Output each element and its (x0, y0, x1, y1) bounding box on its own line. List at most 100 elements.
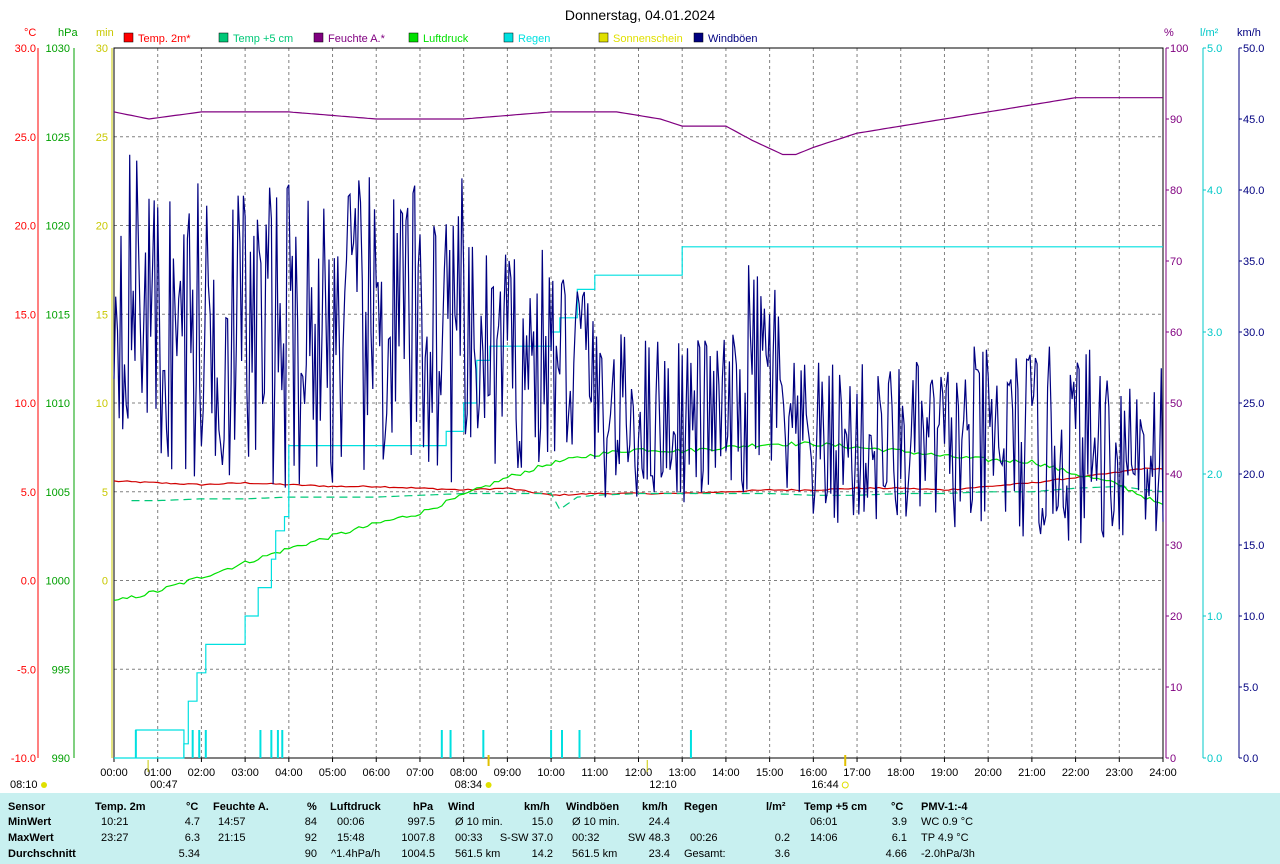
hpa-tick-label: 1030 (46, 43, 70, 55)
temp5-avg: 4.66 (885, 848, 907, 860)
temp-tick-label: 25.0 (15, 132, 36, 144)
wind-tick-label: 5.0 (1243, 682, 1258, 694)
temp2m-min-time: 10:21 (101, 816, 129, 828)
pmv-windchill: WC 0.9 °C (921, 816, 974, 828)
luftdruck-min-time: 00:06 (337, 816, 365, 828)
feuchte-max-time: 21:15 (218, 832, 246, 844)
pmv-header: PMV-1:-4 (921, 801, 968, 813)
regen-header: Regen (684, 801, 718, 813)
x-tick-label: 04:00 (275, 767, 303, 779)
x-tick-label: 10:00 (537, 767, 565, 779)
statistics-footer: Sensor Temp. 2m °C Feuchte A. % Luftdruc… (0, 793, 1280, 864)
legend-swatch (408, 32, 419, 43)
regen-total-label: Gesamt: (684, 848, 726, 860)
wind-distance: 561.5 km (455, 848, 501, 860)
legend-label: Temp +5 cm (233, 33, 293, 45)
temp5-unit: °C (891, 801, 904, 813)
temp-tick-label: -5.0 (17, 664, 36, 676)
temp-tick-label: 5.0 (21, 487, 36, 499)
wind-unit: km/h (524, 801, 550, 813)
temp5-min-time: 06:01 (810, 816, 838, 828)
pct-tick-label: 90 (1170, 114, 1182, 126)
maxwert-label: MaxWert (8, 832, 54, 844)
temp-tick-label: 20.0 (15, 221, 36, 233)
min-tick-label: 20 (96, 221, 108, 233)
hpa-tick-label: 1000 (46, 576, 70, 588)
pct-unit-label: % (1164, 27, 1174, 39)
x-tick-label: 21:00 (1018, 767, 1046, 779)
x-tick-label: 08:00 (450, 767, 478, 779)
pct-tick-label: 0 (1170, 753, 1176, 765)
hpa-tick-label: 1015 (46, 309, 70, 321)
luftdruck-min-value: 997.5 (407, 816, 435, 828)
min-tick-label: 10 (96, 398, 108, 410)
boeen-max-time: 00:32 (572, 832, 600, 844)
regen-total-value: 3.6 (774, 848, 790, 860)
windboeen-header: Windböen (566, 801, 620, 813)
legend-swatch (598, 32, 609, 43)
pct-tick-label: 60 (1170, 327, 1182, 339)
x-tick-label: 13:00 (668, 767, 696, 779)
min-tick-label: 5 (102, 487, 108, 499)
legend-label: Sonnenschein (613, 33, 683, 45)
pct-tick-label: 70 (1170, 256, 1182, 268)
temp-tick-label: 15.0 (15, 309, 36, 321)
feuchte-min-value: 84 (304, 816, 317, 828)
temp5-max-value: 6.1 (891, 832, 907, 844)
x-tick-label: 02:00 (188, 767, 216, 779)
temp2m-avg: 5.34 (178, 848, 200, 860)
temp2m-max-value: 6.3 (184, 832, 200, 844)
x-tick-label: 18:00 (887, 767, 915, 779)
x-tick-label: 09:00 (494, 767, 522, 779)
min-tick-label: 25 (96, 132, 108, 144)
pct-tick-label: 40 (1170, 469, 1182, 481)
feuchte-max-value: 92 (304, 832, 317, 844)
rain-unit-label: l/m² (1200, 27, 1219, 39)
temp5-header: Temp +5 cm (804, 801, 868, 813)
wind-tick-label: 15.0 (1243, 540, 1264, 552)
hpa-unit-label: hPa (58, 27, 78, 39)
temp2m-unit: °C (186, 801, 199, 813)
temp2m-header: Temp. 2m (95, 801, 146, 813)
x-tick-label: 12:00 (625, 767, 653, 779)
x-tick-label: 00:00 (100, 767, 128, 779)
pmv-trend: -2.0hPa/3h (921, 848, 975, 860)
sun-min-label: 08:10 (10, 779, 38, 791)
min-tick-label: 30 (96, 43, 108, 55)
hpa-tick-label: 1010 (46, 398, 70, 410)
x-tick-label: 07:00 (406, 767, 434, 779)
x-tick-label: 24:00 (1149, 767, 1177, 779)
hpa-tick-label: 1005 (46, 487, 70, 499)
legend-label: Luftdruck (423, 33, 469, 45)
wind-tick-label: 50.0 (1243, 43, 1264, 55)
weather-chart: Donnerstag, 04.01.2024 °C 30.0 25.0 20.0 15.… (0, 0, 1280, 793)
legend-swatch (313, 32, 324, 43)
wind-tick-label: 30.0 (1243, 327, 1264, 339)
legend-swatch (693, 32, 704, 43)
temp2m-max-time: 23:27 (101, 832, 129, 844)
boeen-max-value: SW 48.3 (627, 832, 670, 844)
x-tick-label: 23:00 (1106, 767, 1134, 779)
durchschnitt-label: Durchschnitt (8, 848, 76, 860)
x-tick-label: 05:00 (319, 767, 347, 779)
pct-tick-label: 100 (1170, 43, 1188, 55)
sunrise-label: 08:34 (455, 779, 483, 791)
wind-avg-value: 15.0 (531, 816, 553, 828)
x-tick-label: 15:00 (756, 767, 784, 779)
sunset-label: 16:44 (811, 779, 839, 791)
regen-unit: l/m² (766, 801, 786, 813)
temp2m-min-value: 4.7 (184, 816, 200, 828)
pct-tick-label: 10 (1170, 682, 1182, 694)
regen-max-value: 0.2 (774, 832, 790, 844)
pmv-dewpoint: TP 4.9 °C (921, 832, 969, 844)
sensor-header: Sensor (8, 801, 46, 813)
legend-label: Temp. 2m* (138, 33, 191, 45)
wind-tick-label: 20.0 (1243, 469, 1264, 481)
luftdruck-header: Luftdruck (330, 801, 381, 813)
feuchte-min-time: 14:57 (218, 816, 246, 828)
legend-label: Windböen (708, 33, 758, 45)
time-marker-label: 00:47 (150, 779, 178, 791)
x-tick-label: 22:00 (1062, 767, 1090, 779)
sun-icon (41, 782, 47, 788)
regen-max-time: 00:26 (690, 832, 718, 844)
